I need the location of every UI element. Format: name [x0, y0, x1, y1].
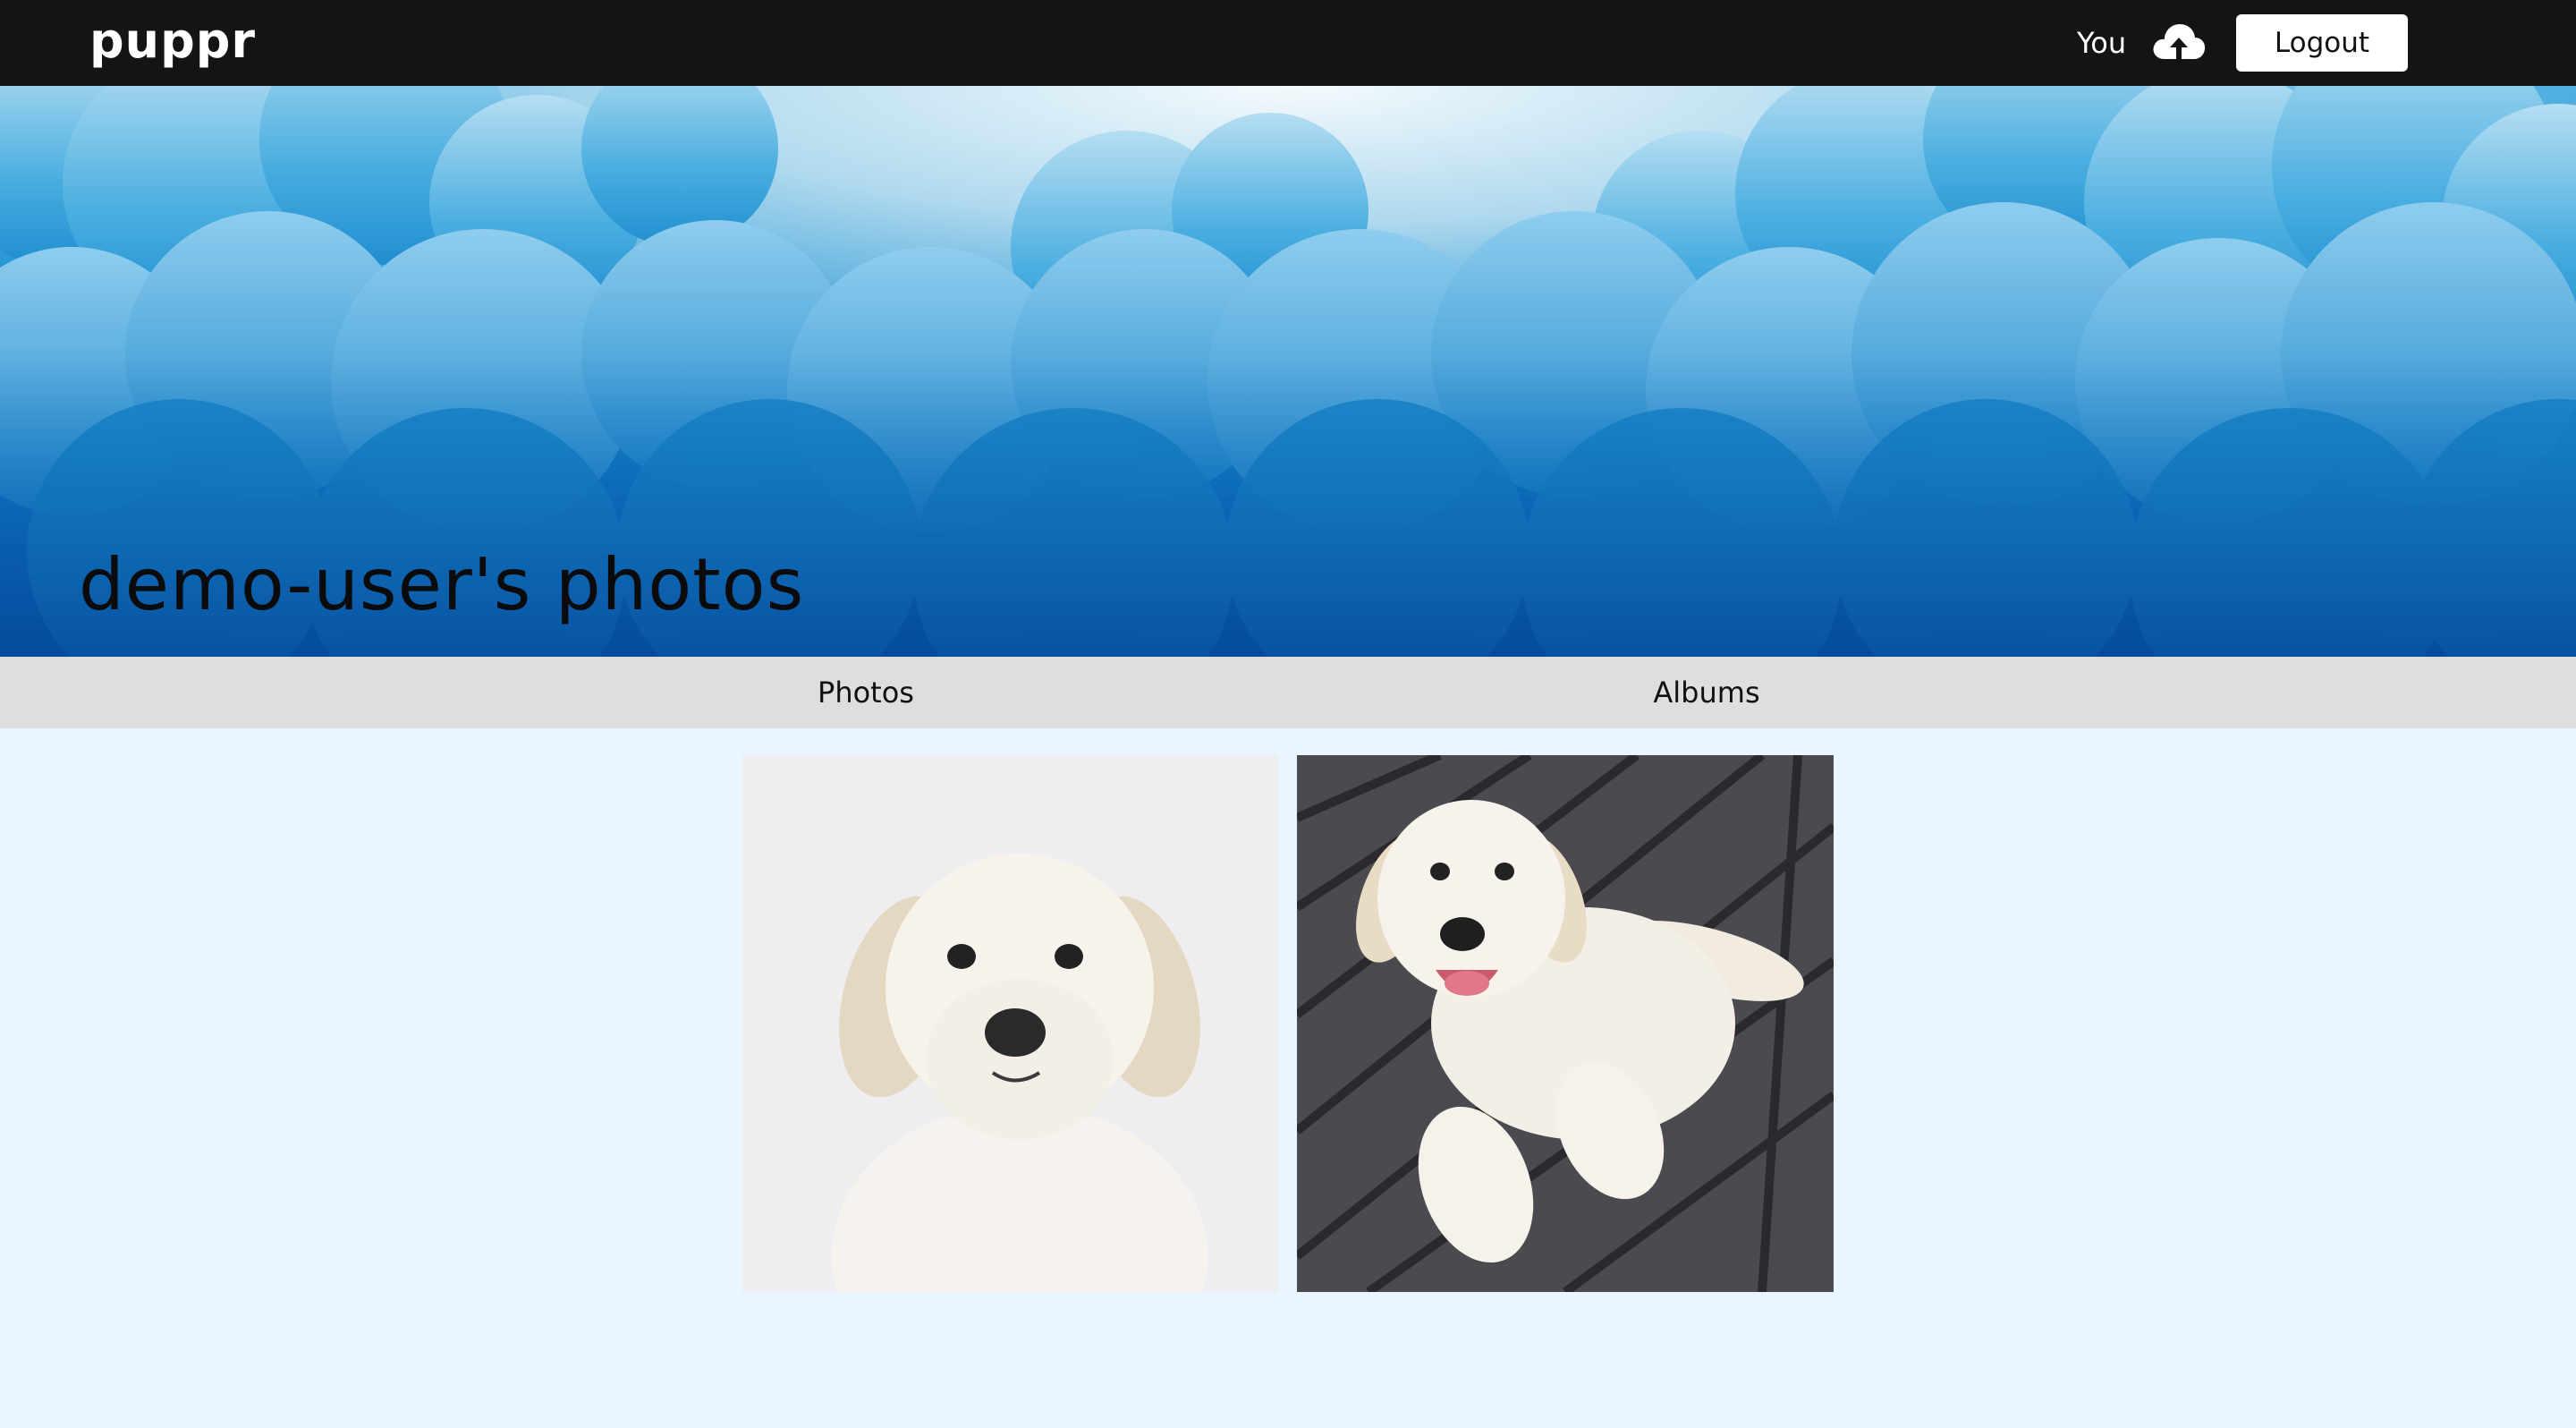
page-title: demo-user's photos	[79, 543, 805, 626]
photo-thumbnail[interactable]	[1297, 755, 1834, 1292]
photo-thumbnail[interactable]	[742, 755, 1279, 1292]
logout-button[interactable]: Logout	[2236, 14, 2408, 72]
tab-albums[interactable]: Albums	[1621, 657, 1792, 728]
profile-tabs: Photos Albums	[0, 657, 2576, 728]
cloud-upload-icon[interactable]	[2150, 20, 2207, 66]
puppy-sitting-image	[742, 755, 1279, 1292]
nav-you-link[interactable]: You	[2077, 23, 2126, 63]
top-navbar: puppr You Logout	[0, 0, 2576, 86]
tab-photos[interactable]: Photos	[787, 657, 945, 728]
puppr-logo[interactable]: puppr	[89, 13, 256, 70]
cover-banner: demo-user's photos	[0, 86, 2576, 657]
puppy-lying-image	[1297, 755, 1834, 1292]
